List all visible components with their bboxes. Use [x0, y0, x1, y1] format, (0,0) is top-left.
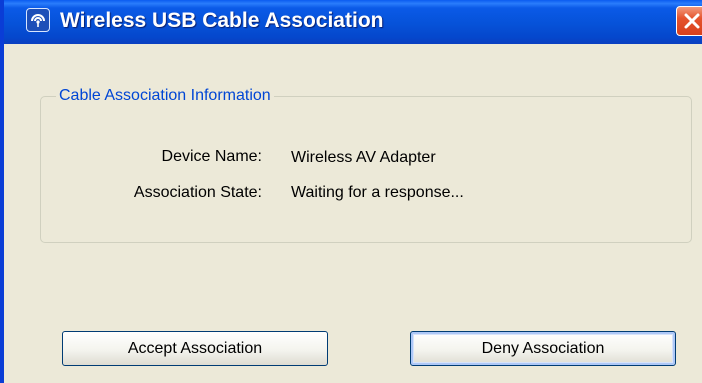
title-bar[interactable]: Wireless USB Cable Association	[4, 0, 702, 44]
cable-association-groupbox	[40, 96, 692, 243]
close-icon	[684, 13, 700, 29]
close-button[interactable]	[676, 6, 702, 36]
groupbox-legend: Cable Association Information	[56, 86, 274, 106]
deny-association-button[interactable]: Deny Association	[410, 331, 676, 366]
device-name-value: Wireless AV Adapter	[291, 149, 436, 166]
accept-association-button[interactable]: Accept Association	[62, 331, 328, 366]
device-name-label: Device Name:	[161, 148, 262, 165]
wireless-usb-icon	[26, 8, 50, 32]
association-state-value: Waiting for a response...	[291, 184, 464, 201]
association-state-label: Association State:	[133, 184, 262, 201]
dialog-window: Wireless USB Cable Association Cable Ass…	[0, 0, 702, 383]
window-title: Wireless USB Cable Association	[60, 9, 384, 32]
